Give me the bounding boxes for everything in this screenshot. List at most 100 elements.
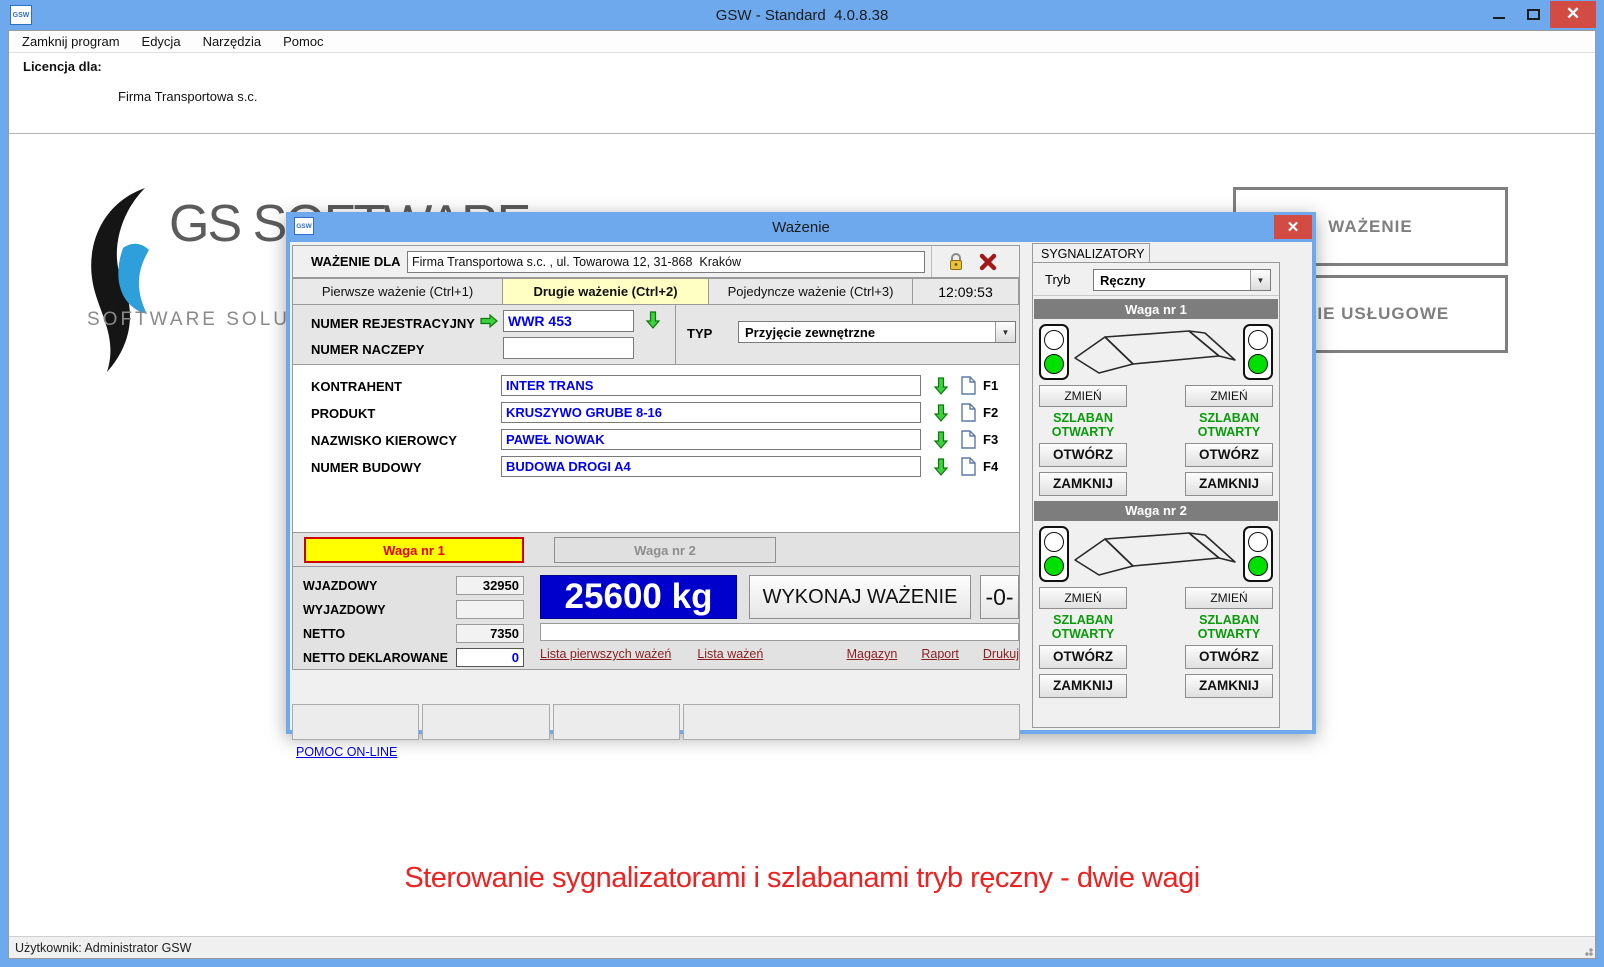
window-title: GSW - Standard 4.0.8.38 [0,7,1604,24]
netto-value: 7350 [456,624,524,643]
tab-pierwsze-wazenie[interactable]: Pierwsze ważenie (Ctrl+1) [292,278,503,305]
chevron-down-icon[interactable]: ▼ [1250,270,1270,290]
wykonaj-wazenie-button[interactable]: WYKONAJ WAŻENIE [749,575,971,619]
zmien-button-right[interactable]: ZMIEŃ [1185,385,1273,407]
fields-section: KONTRAHENT F1 PRODUKT F2 NAZWI [292,365,1020,533]
minimize-button[interactable] [1482,1,1516,28]
field-row-kierowca: NAZWISKO KIEROWCY F3 [293,429,1019,451]
wazenie-dla-icons [931,246,1013,277]
netto-deklarowane-input[interactable]: 0 [456,648,524,667]
document-icon[interactable] [961,430,976,449]
green-down-arrow-icon[interactable] [645,310,661,330]
screenshot-caption: Sterowanie sygnalizatorami i szlabanami … [9,862,1595,895]
traffic-light-icon [1243,526,1273,582]
status-user-text: Użytkownik: Administrator GSW [15,941,191,955]
green-down-arrow-icon[interactable] [933,430,949,450]
clear-x-icon[interactable] [979,253,997,271]
green-down-arrow-icon[interactable] [933,403,949,423]
wazenie-dla-input[interactable] [407,251,925,273]
weights-section: WJAZDOWY 32950 WYJAZDOWY NETTO 7350 NETT… [292,567,1020,670]
green-down-arrow-icon[interactable] [933,376,949,396]
kierowca-input[interactable] [501,429,921,450]
dialog-icon-text: GSW [296,223,312,230]
zamknij-button-left[interactable]: ZAMKNIJ [1039,674,1127,698]
sygnalizatory-box: Tryb Ręczny ▼ Waga nr 1 [1032,262,1280,728]
budowa-input[interactable] [501,456,921,477]
otworz-button-right[interactable]: OTWÓRZ [1185,645,1273,669]
zamknij-row: ZAMKNIJ ZAMKNIJ [1033,674,1279,698]
tryb-select[interactable]: Ręczny ▼ [1093,269,1271,291]
link-drukuj[interactable]: Drukuj [983,647,1019,661]
otworz-button-left[interactable]: OTWÓRZ [1039,645,1127,669]
signal-section-waga-1: Waga nr 1 [1033,299,1279,496]
document-icon[interactable] [961,376,976,395]
zmien-row: ZMIEŃ ZMIEŃ [1033,587,1279,609]
status-slot [683,704,1020,740]
barrier-status-right: SZLABAN OTWARTY [1185,613,1273,642]
wjazdowy-value: 32950 [456,576,524,595]
barrier-status-left: SZLABAN OTWARTY [1039,411,1127,440]
sygnalizatory-tab[interactable]: SYGNALIZATORY [1032,243,1150,263]
otworz-button-left[interactable]: OTWÓRZ [1039,443,1127,467]
lock-icon[interactable] [948,253,964,271]
reg-number-input[interactable] [503,310,634,332]
sygnalizatory-panel: SYGNALIZATORY Tryb Ręczny ▼ Waga nr 1 [1030,242,1282,730]
links-row: Lista pierwszych ważeń Lista ważeń Magaz… [540,647,1019,661]
dialog-close-button[interactable]: ✕ [1274,215,1312,239]
kontrahent-input[interactable] [501,375,921,396]
window-controls: ✕ [1482,0,1596,28]
zmien-row: ZMIEŃ ZMIEŃ [1033,385,1279,407]
pomoc-online-link[interactable]: POMOC ON-LINE [296,745,397,759]
green-light-on [1044,556,1064,576]
dialog-titlebar[interactable]: GSW Ważenie ✕ [286,212,1316,242]
status-slot [292,704,419,740]
zamknij-button-left[interactable]: ZAMKNIJ [1039,472,1127,496]
chevron-down-icon[interactable]: ▼ [995,322,1015,342]
mode-row: Tryb Ręczny ▼ [1033,263,1279,296]
kierowca-label: NAZWISKO KIEROWCY [311,433,457,448]
message-bar [540,623,1019,641]
gs-software-logo-icon [79,186,179,376]
menu-pomoc[interactable]: Pomoc [272,31,334,52]
link-lista-pierwszych-wazen[interactable]: Lista pierwszych ważeń [540,647,671,661]
tab-drugie-wazenie[interactable]: Drugie ważenie (Ctrl+2) [503,278,709,305]
wyjazdowy-value [456,600,524,619]
otworz-button-right[interactable]: OTWÓRZ [1185,443,1273,467]
wazenie-dialog: GSW Ważenie ✕ WAŻENIE DLA [286,212,1316,734]
trailer-number-label: NUMER NACZEPY [311,342,424,357]
menu-narzedzia[interactable]: Narzędzia [192,31,273,52]
menu-zamknij-program[interactable]: Zamknij program [9,31,131,52]
scale-tab-waga-1[interactable]: Waga nr 1 [304,537,524,563]
scale-tab-waga-2[interactable]: Waga nr 2 [554,537,776,563]
close-button[interactable]: ✕ [1550,1,1596,28]
green-light-on [1044,354,1064,374]
scale-selector-row: Waga nr 1 Waga nr 2 [292,533,1020,567]
status-slot [553,704,680,740]
link-magazyn[interactable]: Magazyn [847,647,898,661]
produkt-input[interactable] [501,402,921,423]
zamknij-button-right[interactable]: ZAMKNIJ [1185,674,1273,698]
app-icon-text: GSW [13,12,30,19]
otworz-row: OTWÓRZ OTWÓRZ [1033,443,1279,467]
tab-pojedyncze-wazenie[interactable]: Pojedyncze ważenie (Ctrl+3) [709,278,913,305]
green-down-arrow-icon[interactable] [933,457,949,477]
zero-button[interactable]: -0- [980,575,1019,619]
resize-grip-icon[interactable] [1581,944,1593,956]
document-icon[interactable] [961,457,976,476]
menu-edycja[interactable]: Edycja [131,31,192,52]
status-slots [292,704,1020,740]
zamknij-button-right[interactable]: ZAMKNIJ [1185,472,1273,496]
traffic-light-icon [1039,526,1069,582]
zmien-button-left[interactable]: ZMIEŃ [1039,385,1127,407]
trailer-number-input[interactable] [503,337,634,359]
zmien-button-right[interactable]: ZMIEŃ [1185,587,1273,609]
document-icon[interactable] [961,403,976,422]
close-icon: ✕ [1287,218,1300,236]
maximize-button[interactable] [1516,1,1550,28]
link-raport[interactable]: Raport [921,647,959,661]
weight-display: 25600 kg [540,575,737,619]
fkey-label: F3 [983,432,998,447]
link-lista-wazen[interactable]: Lista ważeń [697,647,763,661]
zmien-button-left[interactable]: ZMIEŃ [1039,587,1127,609]
typ-select[interactable]: Przyjęcie zewnętrzne ▼ [738,321,1016,343]
